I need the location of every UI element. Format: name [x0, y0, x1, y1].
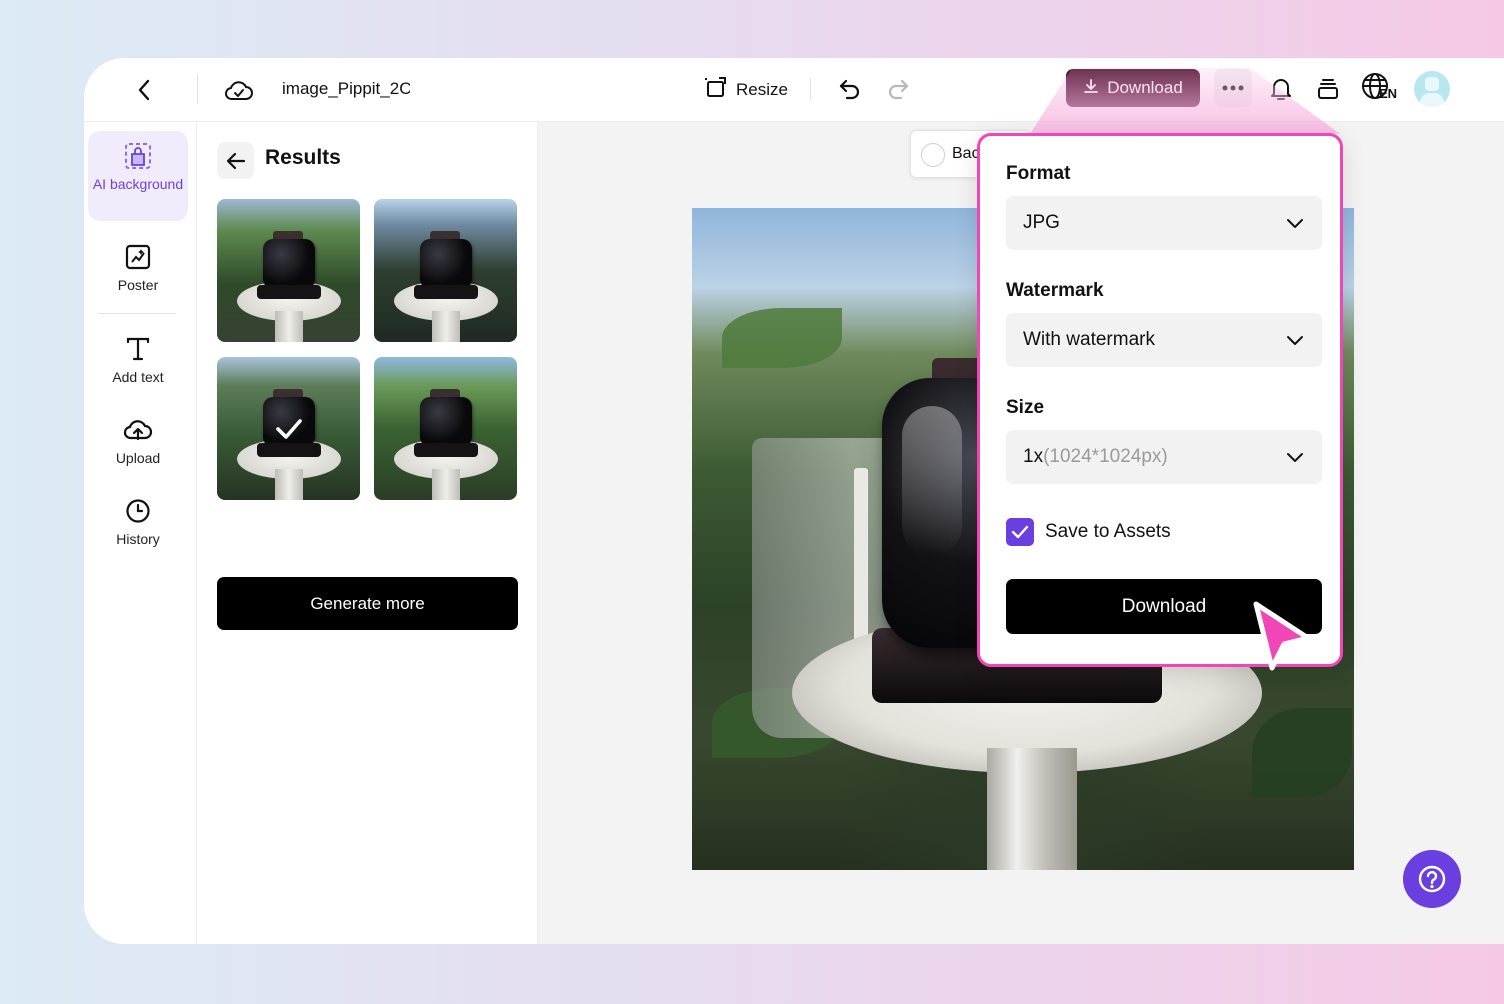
- back-arrow-icon[interactable]: [217, 142, 254, 179]
- file-name[interactable]: image_Pippit_2C: [282, 77, 410, 101]
- generate-more-button[interactable]: Generate more: [217, 577, 518, 630]
- download-button[interactable]: Download: [1066, 69, 1200, 107]
- selected-check-icon: [217, 357, 360, 500]
- cloud-save-icon[interactable]: [224, 76, 254, 104]
- more-options-icon[interactable]: [1214, 69, 1252, 107]
- result-thumbnail-4[interactable]: [374, 357, 517, 500]
- upload-cloud-icon: [88, 415, 188, 445]
- avatar[interactable]: [1414, 71, 1450, 107]
- sidebar-item-label: Poster: [117, 277, 159, 293]
- result-thumbnail-3[interactable]: [217, 357, 360, 500]
- format-select[interactable]: JPG: [1006, 196, 1322, 250]
- result-thumbnail-2[interactable]: [374, 199, 517, 342]
- poster-icon: [88, 242, 188, 272]
- checkbox-checked-icon: [1006, 518, 1034, 546]
- top-bar: image_Pippit_2C Resize Download EN: [84, 58, 1504, 122]
- resize-label: Resize: [736, 80, 788, 99]
- chevron-down-icon: [1286, 213, 1304, 235]
- results-title: Results: [265, 146, 341, 169]
- format-label: Format: [1006, 163, 1071, 184]
- back-chevron-icon[interactable]: [132, 76, 156, 104]
- undo-icon[interactable]: [836, 75, 864, 103]
- divider: [197, 74, 198, 104]
- sidebar-item-ai-background[interactable]: AI background: [88, 131, 188, 221]
- format-value: JPG: [1023, 212, 1060, 233]
- download-icon: [1083, 78, 1099, 99]
- sidebar-item-label: AI background: [92, 176, 184, 192]
- save-to-assets-checkbox[interactable]: Save to Assets: [1006, 517, 1171, 547]
- divider: [98, 313, 176, 314]
- text-icon: [88, 334, 188, 364]
- help-question-icon[interactable]: [1403, 850, 1461, 908]
- ai-background-icon: [88, 141, 188, 171]
- redo-icon[interactable]: [884, 75, 912, 103]
- sidebar-item-label: Upload: [115, 450, 161, 466]
- size-value-main: 1x: [1023, 446, 1044, 467]
- sidebar-item-history[interactable]: History: [88, 496, 188, 549]
- language-globe-icon[interactable]: EN: [1361, 72, 1399, 106]
- layers-icon[interactable]: [1313, 74, 1343, 104]
- watermark-label: Watermark: [1006, 280, 1104, 301]
- chevron-down-icon: [1286, 330, 1304, 352]
- language-code: EN: [1379, 86, 1398, 101]
- download-label: Download: [1107, 78, 1183, 97]
- tool-sidebar: AI background Poster Add text Upload His…: [84, 122, 197, 944]
- size-select[interactable]: 1x (1024*1024px): [1006, 430, 1322, 484]
- size-label: Size: [1006, 397, 1045, 418]
- confirm-download-button[interactable]: Download: [1006, 579, 1322, 634]
- notification-bell-icon[interactable]: [1266, 74, 1296, 104]
- sidebar-item-add-text[interactable]: Add text: [88, 334, 188, 387]
- background-toggle-label: Bac: [952, 145, 980, 162]
- resize-button[interactable]: Resize: [704, 75, 788, 105]
- watermark-value: With watermark: [1023, 329, 1155, 350]
- resize-icon: [704, 76, 728, 105]
- result-thumbnail-1[interactable]: [217, 199, 360, 342]
- radio-icon: [921, 143, 945, 167]
- sidebar-item-label: History: [116, 531, 160, 547]
- size-value-detail: (1024*1024px): [1043, 446, 1168, 467]
- download-settings-panel: Format JPG Watermark With watermark Size…: [977, 133, 1343, 667]
- sidebar-item-label: Add text: [112, 369, 164, 385]
- results-panel: Results Generate more: [198, 122, 538, 944]
- sidebar-item-poster[interactable]: Poster: [88, 242, 188, 295]
- chevron-down-icon: [1286, 447, 1304, 469]
- sidebar-item-upload[interactable]: Upload: [88, 415, 188, 468]
- watermark-select[interactable]: With watermark: [1006, 313, 1322, 367]
- divider: [810, 78, 811, 100]
- clock-icon: [88, 496, 188, 526]
- save-to-assets-label: Save to Assets: [1045, 521, 1171, 542]
